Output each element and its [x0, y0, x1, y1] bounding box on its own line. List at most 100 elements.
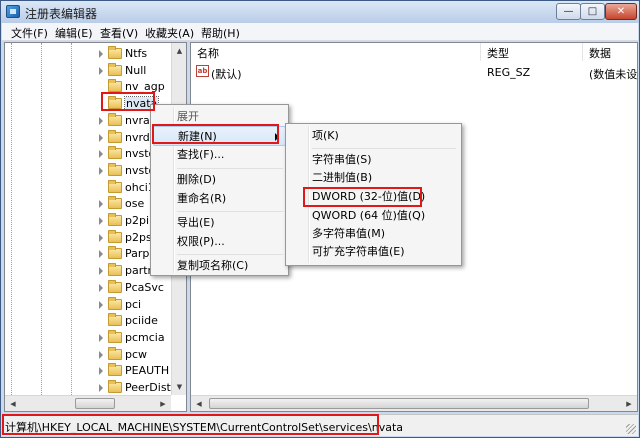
- submenu-item-qword-value[interactable]: QWORD (64 位)值(Q): [288, 206, 459, 226]
- expand-arrow-icon[interactable]: [99, 217, 103, 225]
- scroll-up-arrow-icon[interactable]: ▲: [172, 43, 186, 59]
- expand-arrow-icon[interactable]: [99, 116, 103, 125]
- folder-icon: [108, 213, 122, 226]
- folder-icon: [108, 162, 122, 176]
- folder-icon: [108, 329, 122, 343]
- expand-arrow-icon[interactable]: [99, 384, 103, 392]
- menu-separator: [177, 254, 283, 255]
- menu-item-find[interactable]: 查找(F)...: [153, 145, 286, 165]
- folder-icon: [108, 62, 122, 76]
- column-header-data[interactable]: 数据: [583, 43, 637, 61]
- submenu-item-dword-value[interactable]: DWORD (32-位)值(D): [288, 187, 459, 207]
- expand-arrow-icon[interactable]: [99, 150, 103, 159]
- menu-favorites[interactable]: 收藏夹(A): [145, 25, 194, 41]
- registry-editor-icon: [6, 5, 20, 18]
- scroll-left-arrow-icon[interactable]: ◀: [191, 396, 207, 411]
- column-header-type[interactable]: 类型: [481, 43, 583, 61]
- close-button[interactable]: ✕: [605, 3, 637, 20]
- folder-icon: [108, 196, 122, 210]
- submenu-arrow-icon: [275, 133, 279, 141]
- folder-icon: [108, 146, 122, 160]
- menu-item-new[interactable]: 新建(N): [153, 126, 286, 146]
- expand-arrow-icon[interactable]: [99, 300, 103, 309]
- menu-separator: [312, 148, 456, 149]
- minimize-button[interactable]: —: [556, 3, 581, 20]
- list-hscroll-thumb[interactable]: [209, 398, 589, 409]
- tree-horizontal-scrollbar[interactable]: ◀ ▶: [5, 395, 171, 411]
- resize-grip-icon[interactable]: [626, 424, 636, 434]
- submenu-item-multi-string-value[interactable]: 多字符串值(M): [288, 224, 459, 244]
- menu-item-export[interactable]: 导出(E): [153, 213, 286, 233]
- string-value-icon: ab: [196, 65, 209, 77]
- value-row-default[interactable]: ab (默认) REG_SZ (数值未设置): [191, 63, 637, 81]
- menu-item-rename[interactable]: 重命名(R): [153, 189, 286, 209]
- tree-hscroll-thumb[interactable]: [75, 398, 115, 409]
- window-title: 注册表编辑器: [25, 7, 98, 21]
- menu-item-delete[interactable]: 删除(D): [153, 170, 286, 190]
- folder-icon: [108, 129, 122, 143]
- menu-separator: [177, 168, 283, 169]
- folder-icon: [108, 346, 122, 360]
- tree-item-label: PEAUTH: [125, 364, 170, 378]
- menu-file[interactable]: 文件(F): [11, 25, 48, 41]
- expand-arrow-icon[interactable]: [99, 250, 103, 259]
- expand-arrow-icon[interactable]: [99, 200, 103, 209]
- expand-arrow-icon[interactable]: [99, 367, 103, 376]
- menu-view[interactable]: 查看(V): [100, 25, 138, 41]
- list-horizontal-scrollbar[interactable]: ◀ ▶: [191, 395, 637, 411]
- menu-item-expand[interactable]: 展开: [153, 107, 286, 127]
- scroll-right-arrow-icon[interactable]: ▶: [621, 396, 637, 411]
- tree-item-label: pcw: [125, 347, 148, 361]
- tree-guide-line: [71, 43, 72, 395]
- expand-arrow-icon[interactable]: [99, 333, 103, 342]
- folder-icon: [108, 112, 122, 126]
- value-type: REG_SZ: [487, 66, 531, 79]
- menu-bar: 文件(F) 编辑(E) 查看(V) 收藏夹(A) 帮助(H): [2, 23, 638, 41]
- value-name: (默认): [211, 68, 242, 81]
- folder-icon: [108, 229, 122, 243]
- menu-item-permissions[interactable]: 权限(P)...: [153, 232, 286, 252]
- maximize-button[interactable]: □: [580, 3, 605, 20]
- menu-help[interactable]: 帮助(H): [201, 25, 240, 41]
- menu-item-new-label: 新建(N): [178, 130, 217, 143]
- submenu-item-binary-value[interactable]: 二进制值(B): [288, 168, 459, 188]
- menu-item-copy-key-name[interactable]: 复制项名称(C): [153, 256, 286, 276]
- context-menu: 展开 新建(N) 查找(F)... 删除(D) 重命名(R) 导出(E) 权限(…: [150, 104, 289, 276]
- folder-icon: [108, 46, 122, 59]
- expand-arrow-icon[interactable]: [99, 66, 103, 75]
- tree-item-label: pciide: [125, 314, 158, 328]
- folder-icon: [108, 363, 122, 377]
- value-data: (数值未设置): [589, 68, 638, 81]
- scroll-down-arrow-icon[interactable]: ▼: [172, 379, 186, 395]
- folder-icon: [108, 313, 122, 327]
- folder-icon: [108, 246, 122, 260]
- expand-arrow-icon[interactable]: [99, 133, 103, 142]
- expand-arrow-icon[interactable]: [99, 233, 103, 242]
- column-header-name[interactable]: 名称: [191, 43, 481, 61]
- folder-icon: [108, 96, 122, 110]
- menu-edit[interactable]: 编辑(E): [55, 25, 93, 41]
- expand-arrow-icon[interactable]: [99, 50, 103, 58]
- folder-icon: [108, 296, 122, 310]
- scroll-right-arrow-icon[interactable]: ▶: [155, 396, 171, 411]
- expand-arrow-icon[interactable]: [99, 166, 103, 175]
- expand-arrow-icon[interactable]: [99, 267, 103, 276]
- status-bar: 计算机\HKEY_LOCAL_MACHINE\SYSTEM\CurrentCon…: [2, 414, 638, 436]
- expand-arrow-icon[interactable]: [99, 283, 103, 292]
- scroll-left-arrow-icon[interactable]: ◀: [5, 396, 21, 411]
- current-key-path: 计算机\HKEY_LOCAL_MACHINE\SYSTEM\CurrentCon…: [5, 421, 404, 434]
- menu-separator: [177, 211, 283, 212]
- tree-item-label: nv_agp: [125, 80, 165, 94]
- submenu-item-key[interactable]: 项(K): [288, 126, 459, 146]
- folder-icon: [108, 279, 122, 293]
- folder-icon: [108, 380, 122, 393]
- folder-icon: [108, 79, 122, 93]
- submenu-item-string-value[interactable]: 字符串值(S): [288, 150, 459, 170]
- expand-arrow-icon[interactable]: [99, 350, 103, 359]
- folder-icon: [108, 179, 122, 193]
- tree-guide-line: [11, 43, 12, 395]
- title-bar[interactable]: 注册表编辑器 — □ ✕: [1, 1, 639, 23]
- submenu-item-expandable-string-value[interactable]: 可扩充字符串值(E): [288, 242, 459, 262]
- registry-editor-window: 注册表编辑器 — □ ✕ 文件(F) 编辑(E) 查看(V) 收藏夹(A) 帮助…: [0, 0, 640, 438]
- tree-item-label: Ntfs: [125, 47, 148, 60]
